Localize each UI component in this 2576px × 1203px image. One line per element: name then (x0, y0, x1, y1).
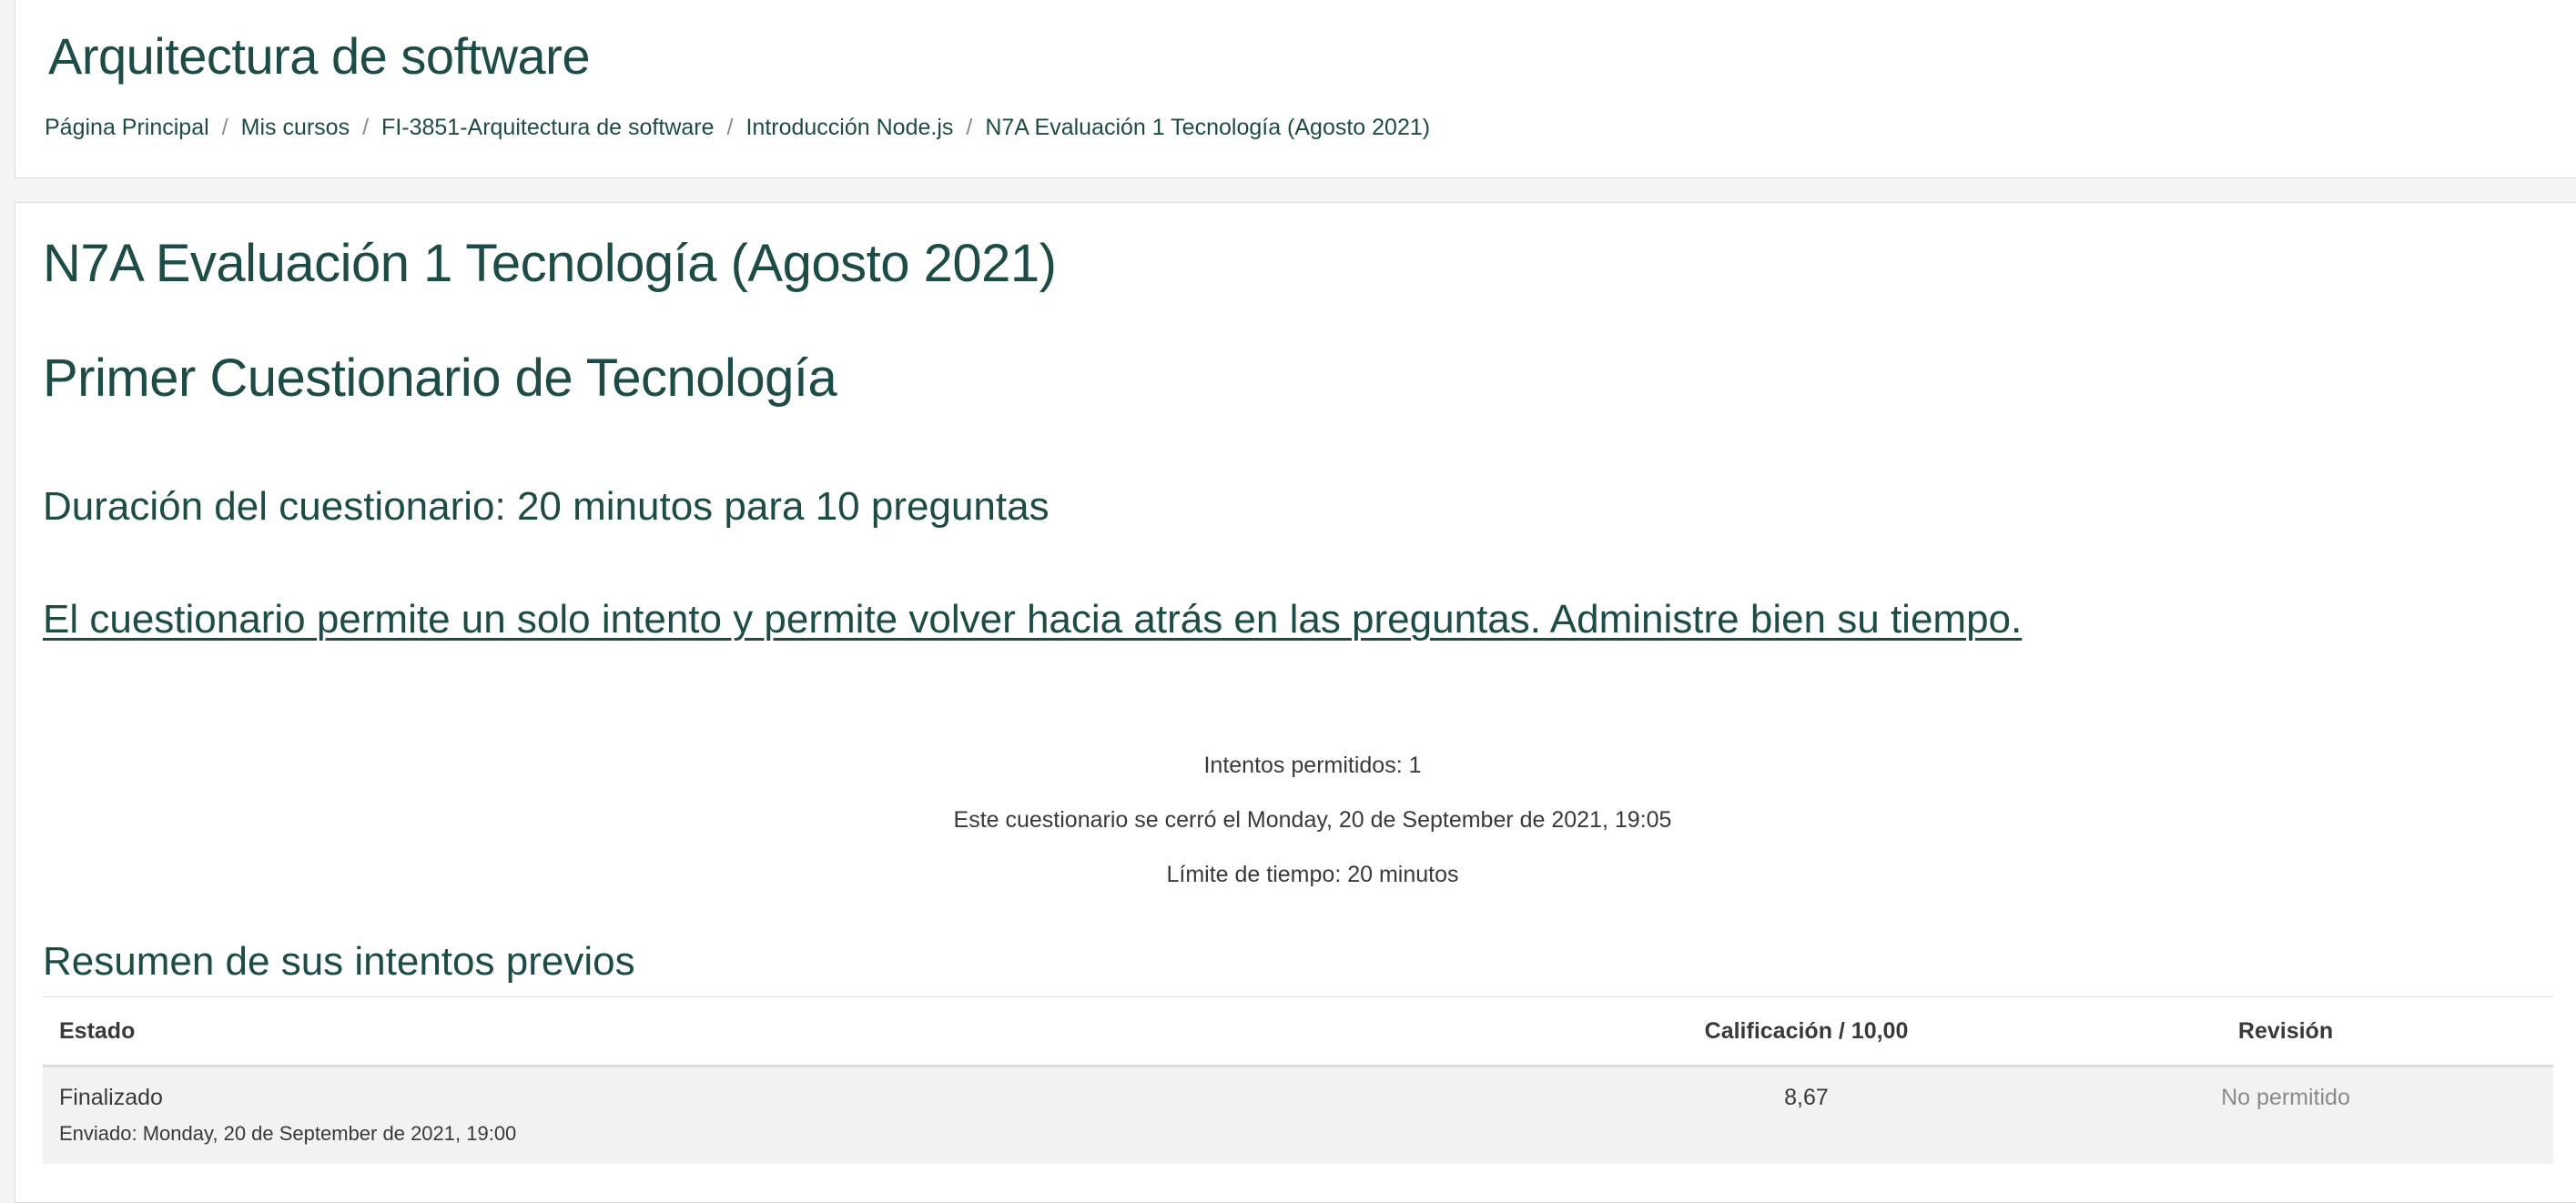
breadcrumb-item-my-courses[interactable]: Mis cursos (241, 115, 350, 141)
attempt-notice: El cuestionario permite un solo intento … (43, 597, 2023, 642)
course-title: Arquitectura de software (48, 27, 590, 85)
breadcrumb-separator: / (966, 115, 973, 140)
table-row: Finalizado Enviado: Monday, 20 de Septem… (43, 1066, 2553, 1165)
attempt-state: Finalizado (59, 1085, 163, 1110)
breadcrumb-separator: / (726, 115, 734, 140)
breadcrumb-separator: / (221, 115, 228, 140)
quiz-closed-info: Este cuestionario se cerró el Monday, 20… (953, 807, 1672, 833)
attempt-review-status: No permitido (2221, 1085, 2350, 1110)
breadcrumb-item-course[interactable]: FI-3851-Arquitectura de software (381, 115, 714, 141)
column-header-review: Revisión (2018, 996, 2553, 1067)
activity-title: N7A Evaluación 1 Tecnología (Agosto 2021… (43, 234, 1057, 293)
column-header-grade: Calificación / 10,00 (1595, 996, 2018, 1067)
breadcrumb-item-home[interactable]: Página Principal (45, 115, 209, 141)
breadcrumb-separator: / (362, 115, 370, 140)
attempts-allowed-info: Intentos permitidos: 1 (1203, 753, 1422, 778)
attempts-summary-table: Estado Calificación / 10,00 Revisión Fin… (43, 996, 2553, 1165)
breadcrumb-item-section[interactable]: Introducción Node.js (745, 115, 953, 141)
quiz-duration-text: Duración del cuestionario: 20 minutos pa… (43, 484, 1050, 529)
breadcrumb-item-activity[interactable]: N7A Evaluación 1 Tecnología (Agosto 2021… (985, 115, 1430, 141)
attempt-grade-cell: 8,67 (1595, 1066, 2018, 1165)
attempts-summary-heading: Resumen de sus intentos previos (43, 939, 635, 984)
attempt-state-cell: Finalizado Enviado: Monday, 20 de Septem… (43, 1066, 1595, 1165)
attempt-review-cell: No permitido (2018, 1066, 2553, 1165)
table-header-row: Estado Calificación / 10,00 Revisión (43, 996, 2553, 1067)
quiz-subtitle: Primer Cuestionario de Tecnología (43, 349, 837, 408)
breadcrumb: Página Principal / Mis cursos / FI-3851-… (45, 115, 1430, 141)
attempt-grade: 8,67 (1784, 1085, 1829, 1110)
attempt-submitted-date: Enviado: Monday, 20 de September de 2021… (59, 1122, 517, 1145)
column-header-state: Estado (43, 996, 1595, 1067)
page-header: Arquitectura de software Página Principa… (15, 0, 2576, 178)
time-limit-info: Límite de tiempo: 20 minutos (1166, 862, 1459, 887)
main-content: N7A Evaluación 1 Tecnología (Agosto 2021… (15, 202, 2576, 1203)
